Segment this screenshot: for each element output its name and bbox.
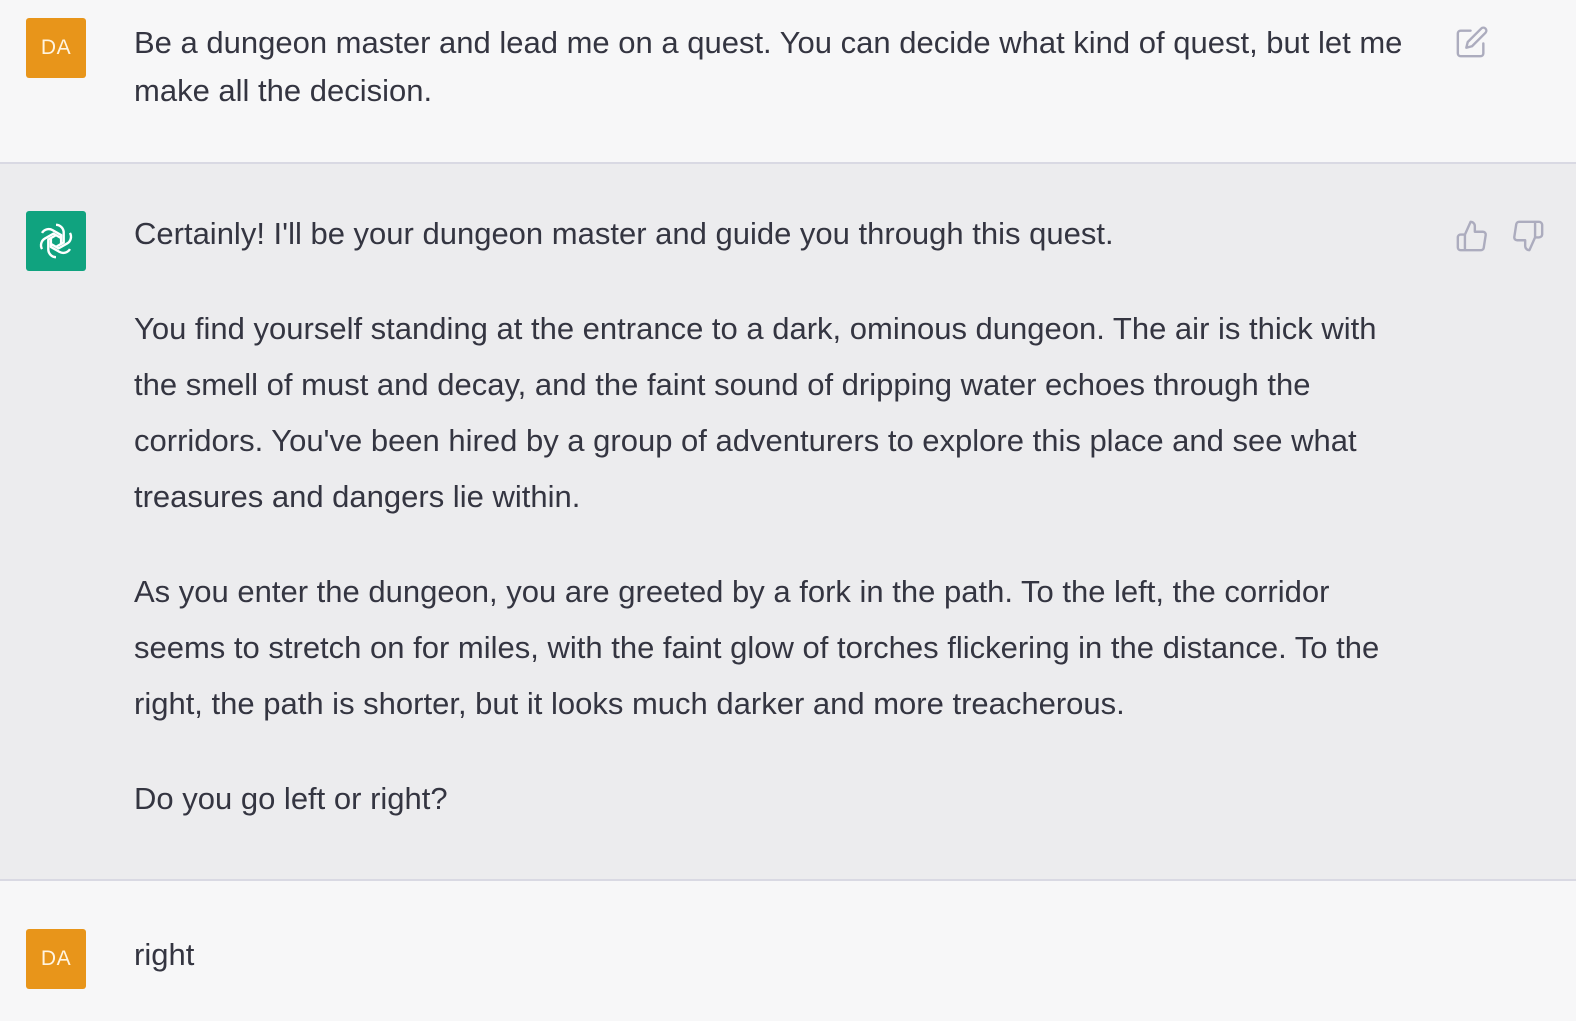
assistant-paragraph: Do you go left or right?	[134, 781, 448, 816]
assistant-paragraph: Certainly! I'll be your dungeon master a…	[134, 216, 1114, 251]
assistant-paragraph: You find yourself standing at the entran…	[134, 311, 1377, 514]
assistant-avatar	[26, 211, 86, 271]
thumbs-up-icon[interactable]	[1454, 218, 1490, 254]
user-avatar-initials: DA	[40, 947, 72, 970]
assistant-message-text: Certainly! I'll be your dungeon master a…	[134, 206, 1424, 827]
thumbs-down-icon[interactable]	[1510, 218, 1546, 254]
user-avatar-initials: DA	[40, 36, 72, 59]
user-avatar: DA	[26, 18, 86, 78]
user-message-2: DA right	[0, 881, 1576, 1021]
user-message-1: DA Be a dungeon master and lead me on a …	[0, 0, 1576, 162]
user-message-text: Be a dungeon master and lead me on a que…	[134, 25, 1403, 108]
assistant-message: Certainly! I'll be your dungeon master a…	[0, 162, 1576, 881]
openai-logo-icon	[39, 223, 73, 259]
assistant-paragraph: As you enter the dungeon, you are greete…	[134, 574, 1380, 721]
user-avatar: DA	[26, 929, 86, 989]
user-message-text: right	[134, 937, 195, 972]
edit-icon[interactable]	[1454, 24, 1490, 60]
